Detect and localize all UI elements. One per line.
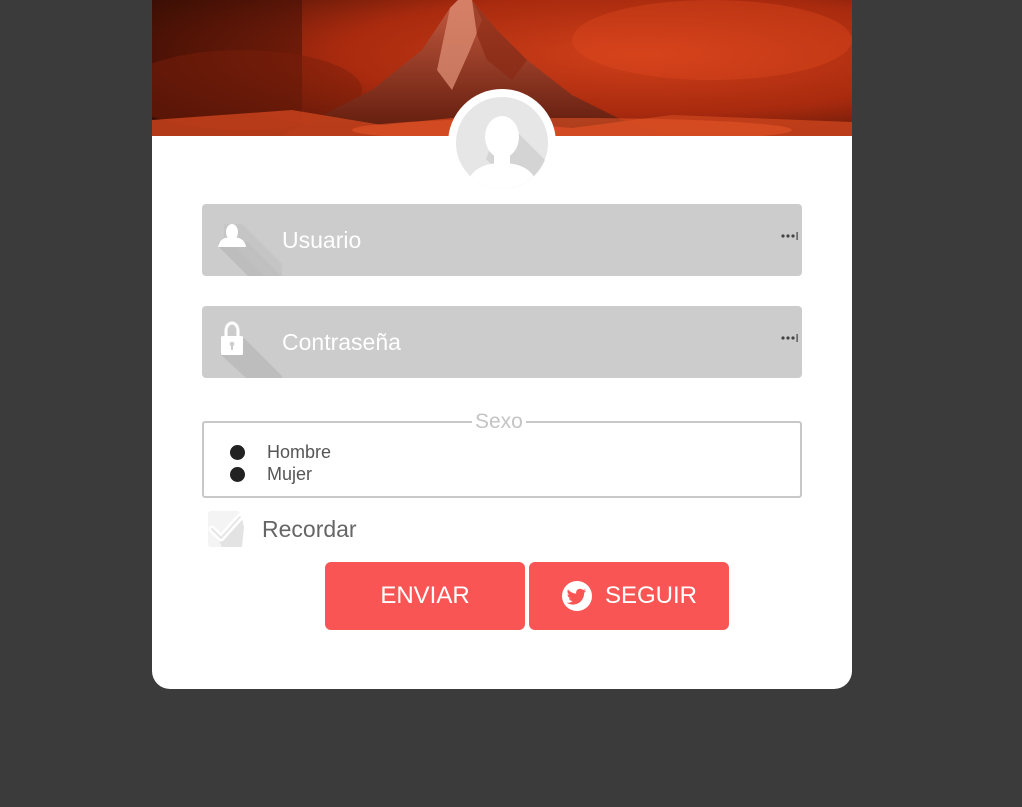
- gender-option-mujer[interactable]: Mujer: [230, 464, 312, 484]
- submit-button-label: ENVIAR: [380, 582, 470, 609]
- user-icon: [202, 204, 282, 276]
- remember-label: Recordar: [262, 515, 357, 542]
- radio-label: Hombre: [267, 441, 332, 462]
- twitter-icon: [561, 580, 593, 612]
- username-input[interactable]: [282, 204, 772, 276]
- login-card: Sexo Hombre Mujer Recordar ENVIAR: [152, 0, 852, 689]
- radio-button[interactable]: [230, 444, 245, 460]
- password-field: [202, 306, 802, 378]
- follow-button-label: SEGUIR: [604, 582, 697, 609]
- radio-label: Mujer: [267, 463, 313, 484]
- password-input[interactable]: [282, 306, 772, 378]
- lock-icon: [202, 306, 282, 378]
- remember-checkbox[interactable]: Recordar: [202, 507, 357, 551]
- gender-option-hombre[interactable]: Hombre: [230, 442, 331, 462]
- avatar: [456, 97, 548, 189]
- checkmark-icon[interactable]: [202, 507, 246, 551]
- avatar-placeholder-icon: [466, 116, 548, 189]
- radio-button[interactable]: [230, 466, 245, 482]
- more-dots-icon[interactable]: [780, 330, 800, 346]
- gender-legend: Sexo: [472, 409, 526, 435]
- username-field: [202, 204, 802, 276]
- follow-button[interactable]: SEGUIR: [529, 562, 729, 630]
- more-dots-icon[interactable]: [780, 228, 800, 244]
- submit-button[interactable]: ENVIAR: [325, 562, 525, 630]
